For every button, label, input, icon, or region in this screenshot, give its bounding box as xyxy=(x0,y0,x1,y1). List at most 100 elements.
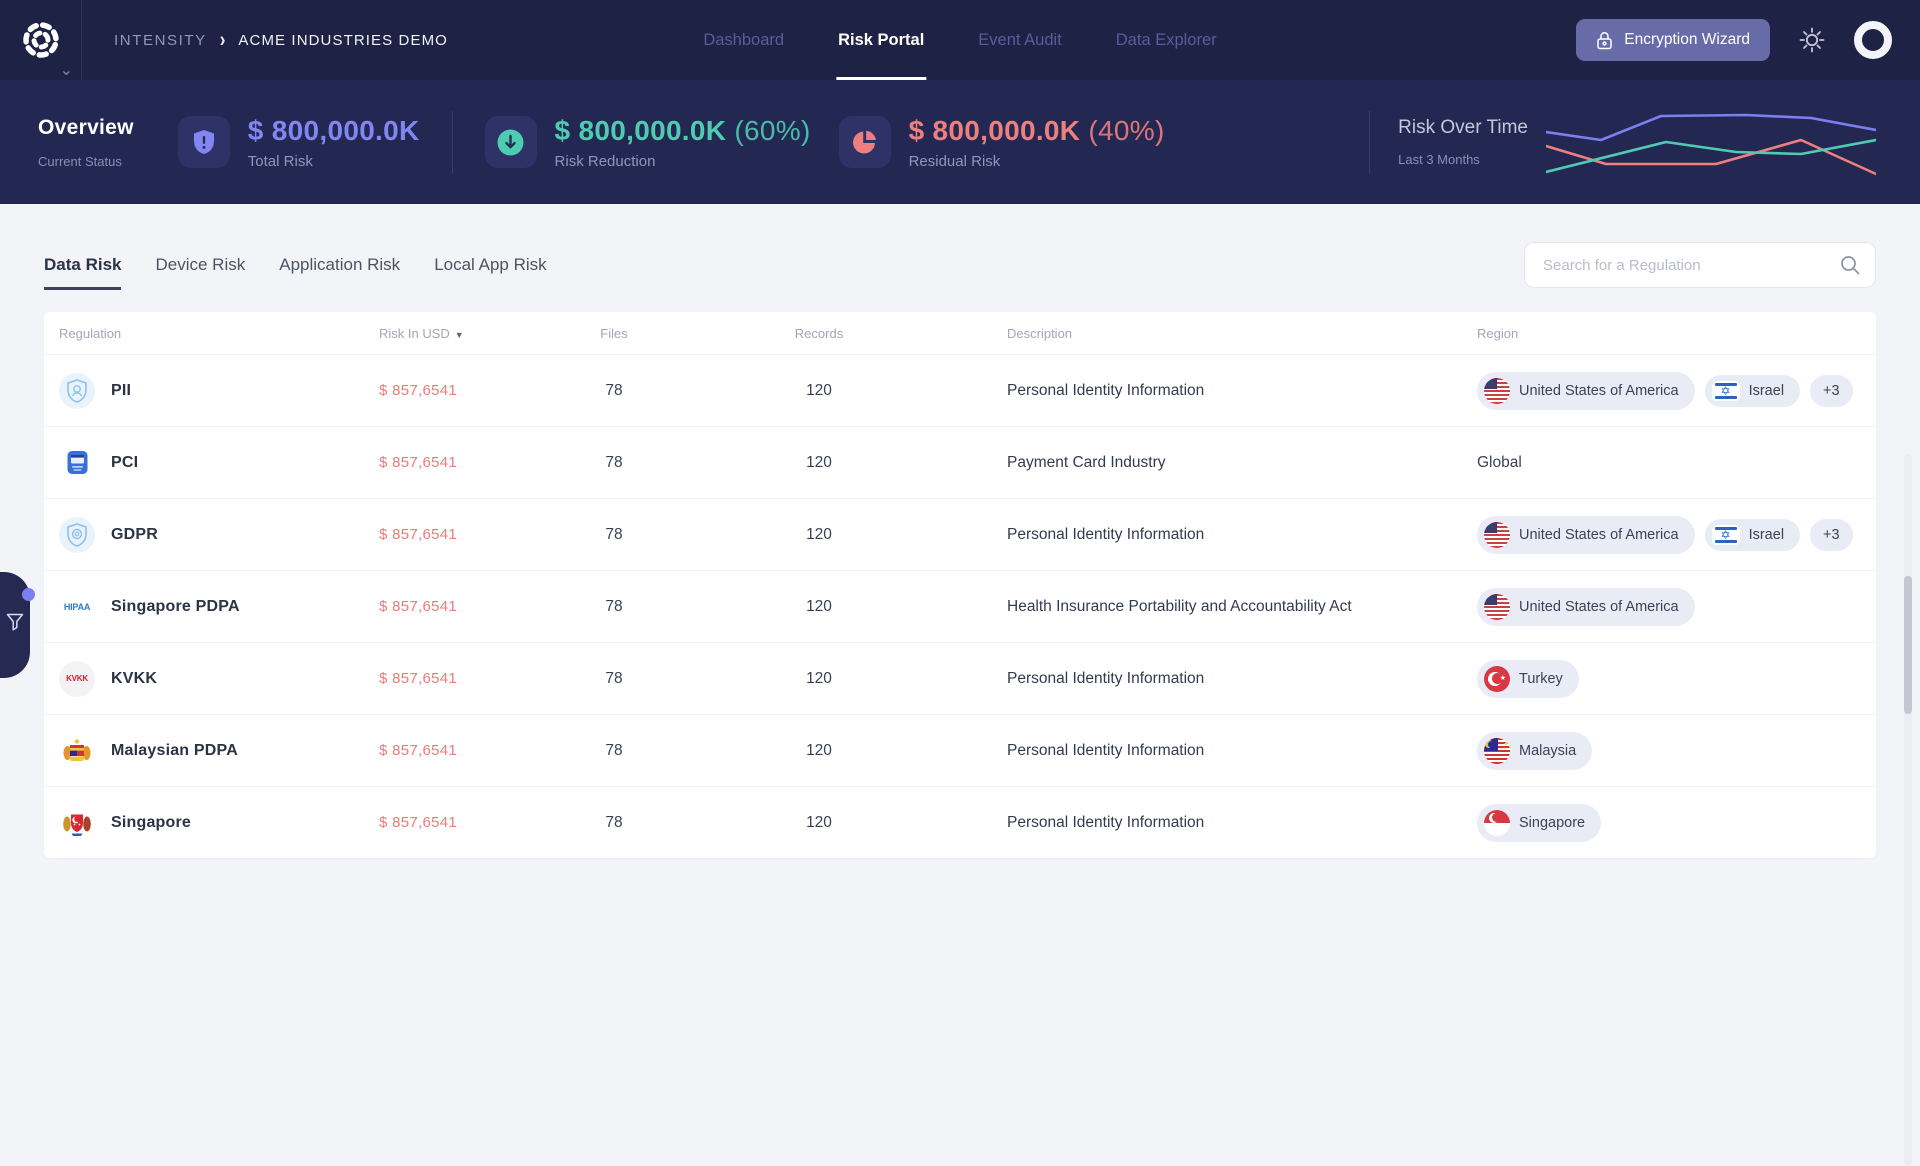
table-row-pci[interactable]: PCI$ 857,654178120Payment Card IndustryG… xyxy=(44,426,1876,498)
stat-residual-risk: $ 800,000.0K (40%)Residual Risk xyxy=(839,115,1165,170)
region-more-chip[interactable]: +3 xyxy=(1810,375,1853,407)
regulation-cell: Singapore xyxy=(44,805,364,841)
stat-percent: (40%) xyxy=(1080,115,1164,146)
files-cell: 78 xyxy=(549,670,679,688)
description-cell: Health Insurance Portability and Account… xyxy=(959,598,1429,616)
divider xyxy=(452,111,453,173)
region-chip-malaysia: ✦Malaysia xyxy=(1477,732,1592,770)
region-chip-united-states-of-america: United States of America xyxy=(1477,588,1695,626)
column-header-regulation[interactable]: Regulation xyxy=(44,326,364,341)
breadcrumb: INTENSITY › ACME INDUSTRIES DEMO xyxy=(114,30,448,50)
search-input[interactable] xyxy=(1543,257,1839,274)
regulation-name: PCI xyxy=(111,454,138,472)
israel-flag-icon: ✡ xyxy=(1712,525,1740,545)
breadcrumb-separator-icon: › xyxy=(220,28,226,53)
region-chips: ★Turkey xyxy=(1477,660,1876,698)
tab-application-risk[interactable]: Application Risk xyxy=(279,255,400,275)
risk-cell: $ 857,6541 xyxy=(364,382,549,400)
risk-value: $ 857,6541 xyxy=(379,742,457,759)
overview-stats-band: Overview Current Status $ 800,000.0KTota… xyxy=(0,80,1920,204)
column-header-records[interactable]: Records xyxy=(679,326,959,341)
stat-label: Risk Reduction xyxy=(555,153,811,170)
stat-text: $ 800,000.0K (40%)Residual Risk xyxy=(909,115,1165,170)
files-cell: 78 xyxy=(549,526,679,544)
table-row-malaysian-pdpa[interactable]: Malaysian PDPA$ 857,654178120Personal Id… xyxy=(44,714,1876,786)
tab-local-app-risk[interactable]: Local App Risk xyxy=(434,255,546,275)
nav-item-event-audit[interactable]: Event Audit xyxy=(978,0,1061,80)
table-row-kvkk[interactable]: KVKKKVKK$ 857,654178120Personal Identity… xyxy=(44,642,1876,714)
hipaa-logo-icon: HIPAA xyxy=(59,589,95,625)
pie-chart-icon xyxy=(839,116,891,168)
stat-value: $ 800,000.0K xyxy=(248,115,420,147)
lock-icon xyxy=(1596,31,1613,50)
scrollbar-thumb[interactable] xyxy=(1904,576,1912,714)
breadcrumb-app[interactable]: INTENSITY xyxy=(114,32,207,49)
overview-subtitle: Current Status xyxy=(38,154,134,169)
filter-funnel-icon xyxy=(5,612,25,632)
files-cell: 78 xyxy=(549,742,679,760)
description-cell: Personal Identity Information xyxy=(959,526,1429,544)
files-cell: 78 xyxy=(549,382,679,400)
israel-flag-icon: ✡ xyxy=(1712,381,1740,401)
region-chip-israel: ✡Israel xyxy=(1705,375,1800,407)
column-header-region[interactable]: Region xyxy=(1429,326,1876,341)
risk-value: $ 857,6541 xyxy=(379,598,457,615)
table-row-singapore-pdpa[interactable]: HIPAASingapore PDPA$ 857,654178120Health… xyxy=(44,570,1876,642)
malaysia-crest-icon xyxy=(59,733,95,769)
stat-amount: $ 800,000.0K xyxy=(248,115,420,146)
table-body: PII$ 857,654178120Personal Identity Info… xyxy=(44,354,1876,858)
regulations-table: RegulationRisk In USD▼ Files Records Descri… xyxy=(44,312,1876,858)
stat-label: Residual Risk xyxy=(909,153,1165,170)
search-icon[interactable] xyxy=(1839,254,1861,276)
region-chip-united-states-of-america: United States of America xyxy=(1477,516,1695,554)
settings-gear-icon[interactable] xyxy=(1797,25,1827,55)
region-chip-label: United States of America xyxy=(1519,599,1679,615)
table-row-gdpr[interactable]: GDPR$ 857,654178120Personal Identity Inf… xyxy=(44,498,1876,570)
us-flag-icon xyxy=(1484,522,1510,548)
nav-item-dashboard[interactable]: Dashboard xyxy=(703,0,784,80)
tab-device-risk[interactable]: Device Risk xyxy=(155,255,245,275)
shield-alert-icon xyxy=(178,116,230,168)
main-content: Data Risk Device Risk Application Risk Loca… xyxy=(0,242,1920,968)
column-label: Records xyxy=(795,326,843,341)
nav-item-risk-portal[interactable]: Risk Portal xyxy=(838,0,924,80)
region-chip-singapore: Singapore xyxy=(1477,804,1601,842)
vertical-scrollbar[interactable] xyxy=(1904,454,1912,1166)
description-cell: Personal Identity Information xyxy=(959,742,1429,760)
filter-drawer-handle[interactable] xyxy=(0,572,30,678)
column-header-risk-in-usd[interactable]: Risk In USD▼ xyxy=(364,326,549,341)
regulation-cell: KVKKKVKK xyxy=(44,661,364,697)
region-cell: ✦Malaysia xyxy=(1429,732,1876,770)
description-cell: Personal Identity Information xyxy=(959,670,1429,688)
region-chips: United States of America✡Israel+3 xyxy=(1477,372,1876,410)
region-cell: United States of America✡Israel+3 xyxy=(1429,516,1876,554)
column-label: Files xyxy=(600,326,627,341)
tab-data-risk[interactable]: Data Risk xyxy=(44,255,121,275)
nav-item-data-explorer[interactable]: Data Explorer xyxy=(1116,0,1217,80)
column-header-description[interactable]: Description xyxy=(959,326,1429,341)
top-nav: Dashboard Risk Portal Event Audit Data Expl… xyxy=(703,0,1216,80)
column-label: Region xyxy=(1477,326,1518,341)
table-row-pii[interactable]: PII$ 857,654178120Personal Identity Info… xyxy=(44,354,1876,426)
regulation-cell: PCI xyxy=(44,445,364,481)
risk-over-time-heading: Risk Over Time Last 3 Months xyxy=(1398,117,1528,167)
breadcrumb-page[interactable]: ACME INDUSTRIES DEMO xyxy=(238,32,448,49)
app-logo[interactable]: ⌄ xyxy=(0,0,82,80)
column-label: Risk In USD xyxy=(379,326,450,341)
region-chips: United States of America✡Israel+3 xyxy=(1477,516,1876,554)
regulation-cell: PII xyxy=(44,373,364,409)
pii-shield-icon xyxy=(59,373,95,409)
region-cell: United States of America✡Israel+3 xyxy=(1429,372,1876,410)
files-cell: 78 xyxy=(549,814,679,832)
user-avatar[interactable] xyxy=(1854,21,1892,59)
table-row-singapore[interactable]: Singapore$ 857,654178120Personal Identit… xyxy=(44,786,1876,858)
malaysia-flag-icon: ✦ xyxy=(1484,738,1510,764)
region-more-chip[interactable]: +3 xyxy=(1810,519,1853,551)
region-cell: United States of America xyxy=(1429,588,1876,626)
us-flag-icon xyxy=(1484,594,1510,620)
encryption-wizard-button[interactable]: Encryption Wizard xyxy=(1576,19,1770,61)
risk-cell: $ 857,6541 xyxy=(364,598,549,616)
column-header-files[interactable]: Files xyxy=(549,326,679,341)
pci-card-icon xyxy=(59,445,95,481)
top-actions: Encryption Wizard xyxy=(1576,19,1920,61)
